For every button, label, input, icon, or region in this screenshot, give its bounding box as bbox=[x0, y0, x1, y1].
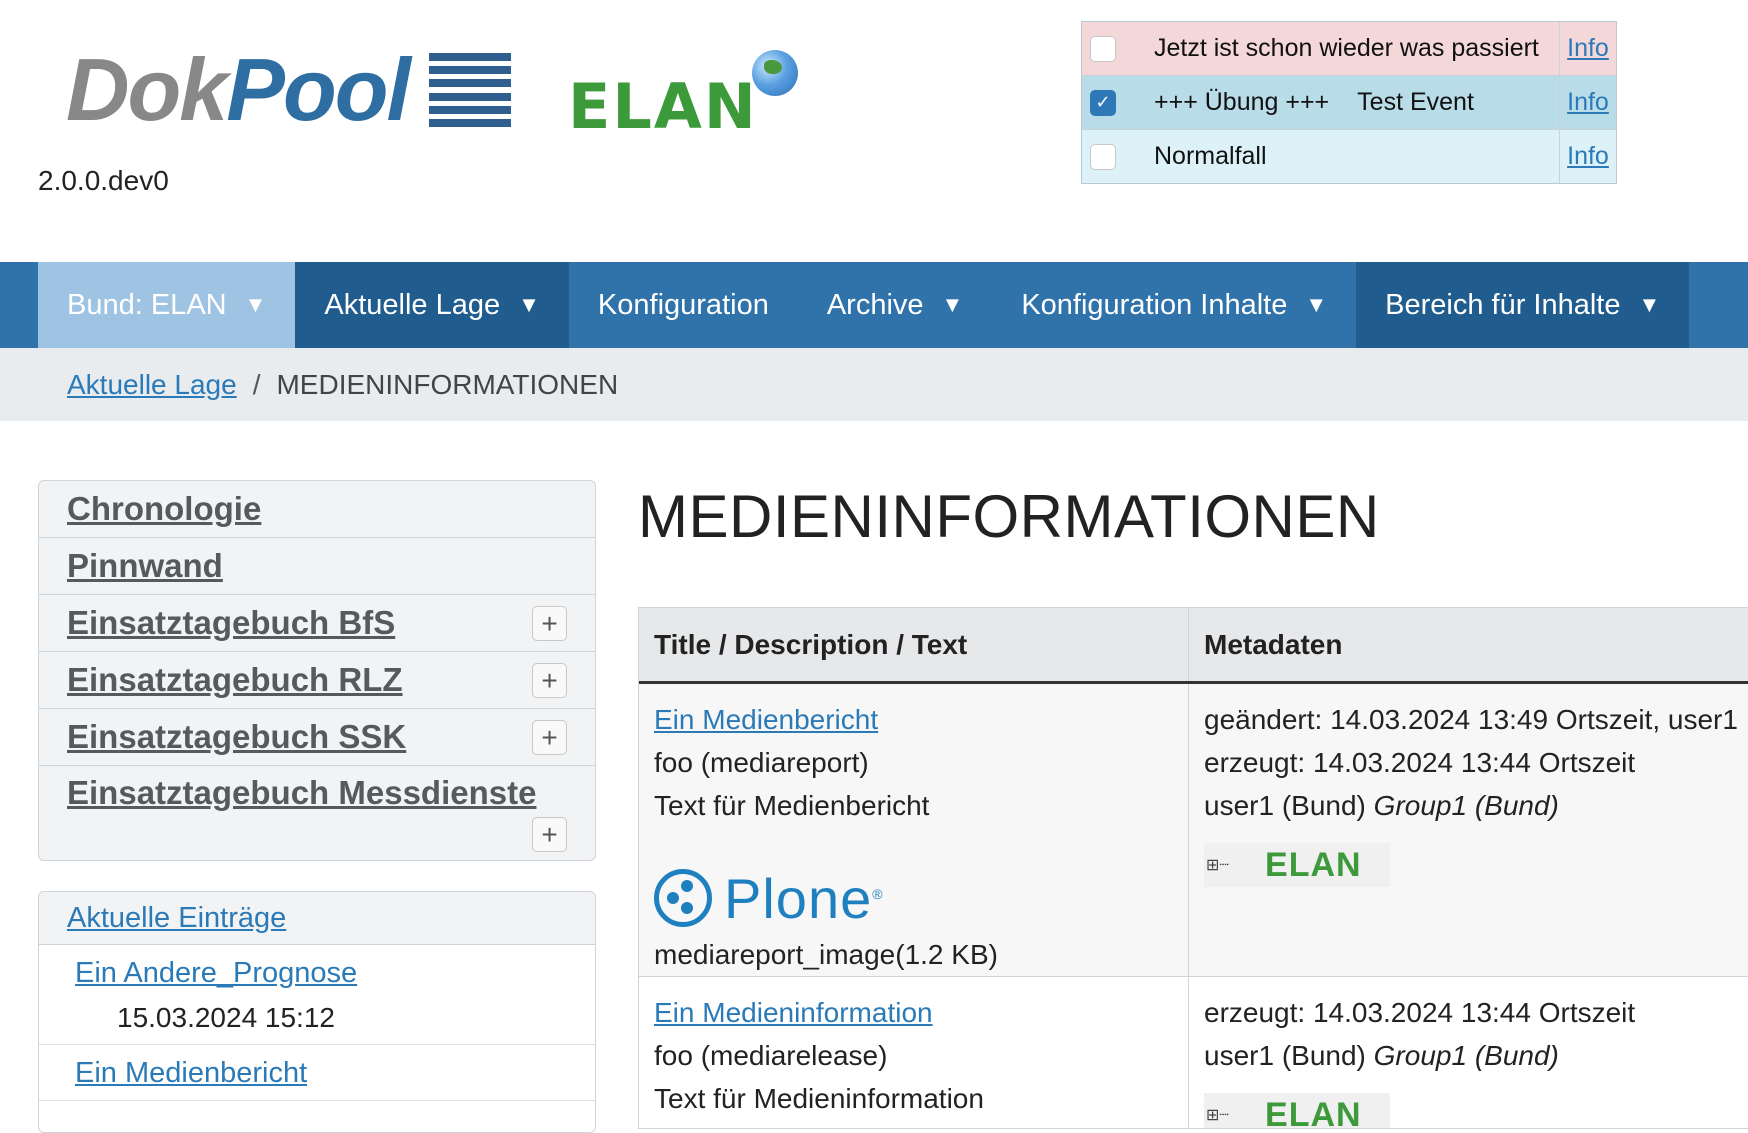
elan-scenario-badge: ⊞┈ ELAN bbox=[1204, 843, 1390, 887]
sidebar-link[interactable]: Einsatztagebuch SSK bbox=[67, 718, 406, 756]
item-description: foo (mediareport) bbox=[654, 747, 869, 778]
title-cell: Ein Medieninformation foo (mediarelease)… bbox=[639, 977, 1189, 1128]
list-item: Ein Andere_Prognose 15.03.2024 15:12 bbox=[39, 945, 595, 1045]
sidebar-item-einsatztagebuch-rlz: Einsatztagebuch RLZ + bbox=[39, 652, 595, 709]
caret-down-icon: ▼ bbox=[244, 292, 267, 317]
nav-item-konfiguration[interactable]: Konfiguration bbox=[569, 262, 798, 348]
event-row: ✓ +++ Übung +++ Test Event Info bbox=[1082, 76, 1616, 130]
registered-mark: ® bbox=[872, 886, 883, 902]
portlet-title-link[interactable]: Aktuelle Einträge bbox=[67, 902, 286, 935]
sidebar-link[interactable]: Einsatztagebuch Messdienste bbox=[67, 774, 536, 812]
event-info-link[interactable]: Info bbox=[1567, 142, 1609, 171]
elan-logo: ELAN bbox=[568, 70, 758, 143]
tree-expand-icon[interactable]: ⊞┈ bbox=[1206, 1094, 1229, 1129]
event-switcher: Jetzt ist schon wieder was passiert Info… bbox=[1081, 21, 1617, 184]
nav-item-bund-elan[interactable]: Bund: ELAN ▼ bbox=[38, 262, 296, 348]
sidebar-navigation: Chronologie Pinnwand Einsatztagebuch BfS… bbox=[38, 480, 596, 861]
owner-info: user1 (Bund) Group1 (Bund) bbox=[1204, 790, 1559, 821]
title-cell: Ein Medienbericht foo (mediareport) Text… bbox=[639, 684, 1189, 976]
globe-icon bbox=[752, 50, 798, 96]
nav-item-konfiguration-inhalte[interactable]: Konfiguration Inhalte ▼ bbox=[992, 262, 1356, 348]
event-info-cell: Info bbox=[1559, 130, 1616, 183]
expand-plus-icon[interactable]: + bbox=[532, 720, 567, 755]
content-table: Title / Description / Text Metadaten Ein… bbox=[638, 607, 1748, 1129]
item-title-link[interactable]: Ein Medienbericht bbox=[654, 704, 878, 735]
created-info: erzeugt: 14.03.2024 13:44 Ortszeit bbox=[1204, 997, 1636, 1028]
event-title: +++ Übung +++ Test Event bbox=[1154, 88, 1474, 116]
table-row: Ein Medienbericht foo (mediareport) Text… bbox=[639, 684, 1748, 977]
changed-info: geändert: 14.03.2024 13:49 Ortszeit, use… bbox=[1204, 704, 1738, 735]
version-label: 2.0.0.dev0 bbox=[38, 165, 169, 196]
breadcrumb-separator: / bbox=[252, 368, 261, 400]
event-title: Normalfall bbox=[1154, 142, 1267, 170]
table-header: Title / Description / Text Metadaten bbox=[639, 608, 1748, 684]
expand-plus-icon[interactable]: + bbox=[532, 817, 567, 852]
page-title: MEDIENINFORMATIONEN bbox=[638, 483, 1380, 550]
nav-item-bereich-fuer-inhalte[interactable]: Bereich für Inhalte ▼ bbox=[1356, 262, 1690, 348]
table-row: Ein Medieninformation foo (mediarelease)… bbox=[639, 977, 1748, 1129]
event-info-cell: Info bbox=[1559, 76, 1616, 129]
event-checkbox[interactable] bbox=[1090, 35, 1116, 62]
event-row: Jetzt ist schon wieder was passiert Info bbox=[1082, 22, 1616, 76]
expand-plus-icon[interactable]: + bbox=[532, 663, 567, 698]
item-text: Text für Medieninformation bbox=[654, 1083, 984, 1114]
sidebar-item-einsatztagebuch-messdienste: Einsatztagebuch Messdienste + bbox=[39, 766, 595, 860]
breadcrumb-link-aktuelle-lage[interactable]: Aktuelle Lage bbox=[67, 369, 237, 401]
created-info: erzeugt: 14.03.2024 13:44 Ortszeit bbox=[1204, 747, 1636, 778]
check-icon: ✓ bbox=[1095, 92, 1111, 112]
caret-down-icon: ▼ bbox=[518, 292, 540, 317]
plone-wordmark: Plone bbox=[724, 866, 873, 930]
breadcrumb-current: MEDIENINFORMATIONEN bbox=[276, 368, 619, 400]
event-info-link[interactable]: Info bbox=[1567, 34, 1609, 63]
item-description: foo (mediarelease) bbox=[654, 1040, 888, 1071]
sidebar-link[interactable]: Einsatztagebuch BfS bbox=[67, 604, 395, 642]
entry-date: 15.03.2024 15:12 bbox=[117, 1002, 335, 1033]
event-checkbox[interactable] bbox=[1090, 143, 1116, 170]
column-header-metadata[interactable]: Metadaten bbox=[1189, 608, 1748, 681]
caret-down-icon: ▼ bbox=[1305, 292, 1328, 317]
entry-link[interactable]: Ein Andere_Prognose bbox=[75, 957, 357, 989]
sidebar-link[interactable]: Einsatztagebuch RLZ bbox=[67, 661, 403, 699]
owner-info: user1 (Bund) Group1 (Bund) bbox=[1204, 1040, 1559, 1071]
elan-scenario-badge: ⊞┈ ELAN bbox=[1204, 1093, 1390, 1129]
entry-link[interactable]: Ein Medienbericht bbox=[75, 1057, 307, 1089]
main-navbar: Bund: ELAN ▼ Aktuelle Lage ▼ Konfigurati… bbox=[0, 262, 1748, 348]
metadata-cell: erzeugt: 14.03.2024 13:44 Ortszeit user1… bbox=[1189, 977, 1748, 1129]
logo-pool-text: Pool bbox=[226, 40, 411, 139]
plone-icon bbox=[654, 869, 712, 927]
sidebar-link[interactable]: Pinnwand bbox=[67, 547, 223, 585]
event-row: Normalfall Info bbox=[1082, 130, 1616, 183]
item-text: Text für Medienbericht bbox=[654, 790, 930, 821]
recent-entries-portlet: Aktuelle Einträge Ein Andere_Prognose 15… bbox=[38, 891, 596, 1133]
image-file-label: mediareport_image(1.2 KB) bbox=[654, 939, 998, 970]
item-title-link[interactable]: Ein Medieninformation bbox=[654, 997, 933, 1028]
elan-mini-logo: ELAN bbox=[1265, 1095, 1362, 1129]
caret-down-icon: ▼ bbox=[1638, 292, 1661, 317]
event-title: Jetzt ist schon wieder was passiert bbox=[1154, 34, 1539, 62]
sidebar-link[interactable]: Chronologie bbox=[67, 490, 261, 528]
breadcrumb: Aktuelle Lage / MEDIENINFORMATIONEN bbox=[0, 348, 1748, 421]
sidebar-item-chronologie: Chronologie bbox=[39, 481, 595, 538]
portlet-header: Aktuelle Einträge bbox=[39, 892, 595, 945]
plone-logo-image: Plone ® bbox=[654, 863, 1188, 933]
caret-down-icon: ▼ bbox=[941, 292, 964, 317]
sidebar-item-einsatztagebuch-bfs: Einsatztagebuch BfS + bbox=[39, 595, 595, 652]
list-item: Ein Medienbericht bbox=[39, 1045, 595, 1101]
sidebar-item-einsatztagebuch-ssk: Einsatztagebuch SSK + bbox=[39, 709, 595, 766]
nav-item-aktuelle-lage[interactable]: Aktuelle Lage ▼ bbox=[295, 262, 569, 348]
event-checkbox[interactable]: ✓ bbox=[1090, 89, 1116, 116]
logo-dok-text: Dok bbox=[66, 40, 228, 139]
tree-expand-icon[interactable]: ⊞┈ bbox=[1206, 844, 1229, 887]
event-info-link[interactable]: Info bbox=[1567, 88, 1609, 117]
sidebar-item-pinnwand: Pinnwand bbox=[39, 538, 595, 595]
column-header-title[interactable]: Title / Description / Text bbox=[639, 608, 1189, 681]
dokpool-stripes-icon bbox=[428, 53, 511, 127]
expand-plus-icon[interactable]: + bbox=[532, 606, 567, 641]
elan-mini-logo: ELAN bbox=[1265, 845, 1362, 884]
nav-item-archive[interactable]: Archive ▼ bbox=[798, 262, 992, 348]
event-info-cell: Info bbox=[1559, 22, 1616, 75]
dokpool-logo: Dok Pool bbox=[66, 42, 511, 138]
metadata-cell: geändert: 14.03.2024 13:49 Ortszeit, use… bbox=[1189, 684, 1748, 976]
